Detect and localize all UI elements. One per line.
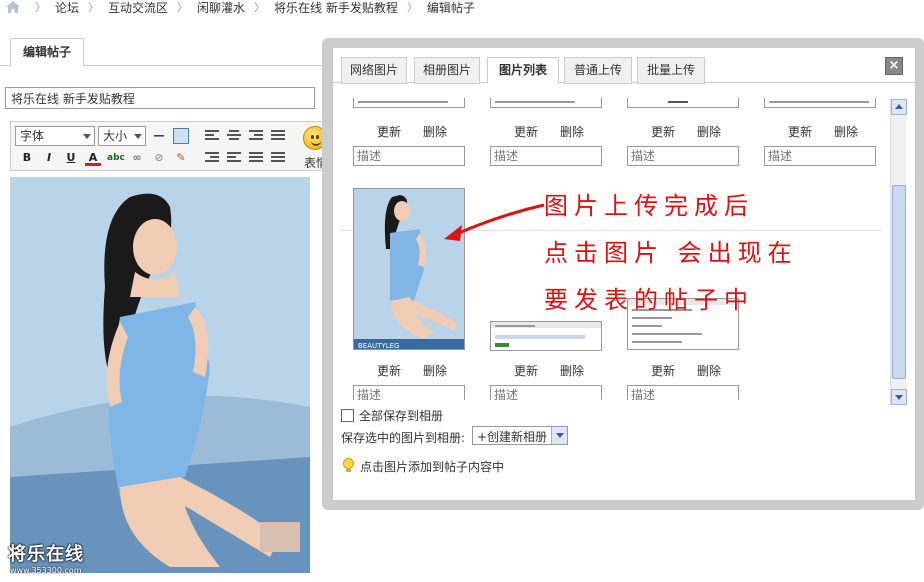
description-input[interactable] [353, 385, 465, 400]
annotation-arrow [444, 203, 545, 241]
breadcrumb-separator: 〉 [254, 1, 266, 14]
chevron-down-icon [134, 134, 142, 139]
breadcrumb-separator: 〉 [177, 1, 189, 14]
annotation-line-2: 点击图片 会出现在 [544, 239, 798, 267]
close-icon[interactable]: × [885, 57, 903, 75]
breadcrumb-current: 编辑帖子 [426, 0, 475, 15]
annotation-line-1: 图片上传完成后 [544, 192, 754, 220]
album-select[interactable]: +创建新相册 [472, 426, 568, 445]
watermark-logo: 将乐在线 [8, 544, 84, 565]
editor-toolbar: 字体 大小 — 表情 B I U A abc ∞ ⊘ ✎ [10, 121, 340, 171]
size-select[interactable]: 大小 [98, 126, 146, 146]
image-thumbnail[interactable] [490, 98, 602, 108]
album-select-value: +创建新相册 [477, 430, 548, 444]
font-select-value: 字体 [20, 129, 45, 143]
watermark-url: www.353300.com [10, 566, 82, 575]
scrollbar-thumb[interactable] [892, 185, 906, 379]
font-select[interactable]: 字体 [15, 126, 95, 146]
delete-link[interactable]: 删除 [560, 362, 584, 379]
delete-link[interactable]: 删除 [834, 123, 858, 140]
delete-link[interactable]: 删除 [560, 123, 584, 140]
horizontal-rule-icon[interactable]: — [151, 128, 167, 144]
update-link[interactable]: 更新 [651, 123, 675, 140]
indent-icon[interactable] [205, 152, 219, 164]
align-left-icon[interactable] [205, 130, 219, 142]
bold-icon[interactable]: B [19, 150, 35, 166]
italic-icon[interactable]: I [41, 150, 57, 166]
post-title-input[interactable] [5, 87, 315, 109]
update-link[interactable]: 更新 [788, 123, 812, 140]
update-link[interactable]: 更新 [651, 362, 675, 379]
unlink-icon[interactable]: ⊘ [151, 150, 167, 166]
spellcheck-icon[interactable]: abc [107, 150, 125, 166]
delete-link[interactable]: 删除 [423, 362, 447, 379]
ordered-list-icon[interactable] [249, 152, 263, 164]
description-input[interactable] [353, 146, 465, 166]
breadcrumb-separator: 〉 [88, 1, 100, 14]
home-icon[interactable] [6, 1, 20, 13]
photo-caption: BEAUTYLEG [358, 342, 399, 350]
scroll-down-icon[interactable] [891, 389, 907, 405]
save-all-checkbox[interactable] [341, 409, 354, 422]
description-input[interactable] [490, 146, 602, 166]
delete-link[interactable]: 删除 [697, 123, 721, 140]
image-dialog: 网络图片 相册图片 图片列表 普通上传 批量上传 × 更新 删除 更新 删除 更… [333, 48, 915, 500]
breadcrumb-separator: 〉 [35, 1, 46, 14]
annotation-line-3: 要发表的帖子中 [544, 286, 754, 314]
unordered-list-icon[interactable] [271, 152, 285, 164]
outdent-icon[interactable] [227, 152, 241, 164]
breadcrumb: 〉 论坛 〉 互动交流区 〉 闲聊灌水 〉 将乐在线 新手发贴教程 〉 编辑帖子 [0, 0, 924, 16]
font-color-icon[interactable]: A [85, 150, 101, 166]
image-thumbnail[interactable] [353, 98, 465, 108]
justify-icon[interactable] [271, 130, 285, 142]
save-selected-label: 保存选中的图片到相册: [341, 431, 466, 445]
lightbulb-icon [343, 458, 354, 472]
chevron-down-icon [551, 427, 567, 444]
save-all-label[interactable]: 全部保存到相册 [359, 407, 443, 424]
format-brush-icon[interactable]: ✎ [173, 150, 189, 166]
breadcrumb-chat[interactable]: 闲聊灌水 [197, 0, 245, 16]
tab-batch-upload[interactable]: 批量上传 [637, 57, 705, 84]
breadcrumb-interaction-area[interactable]: 互动交流区 [108, 0, 168, 16]
update-link[interactable]: 更新 [377, 123, 401, 140]
underline-icon[interactable]: U [63, 150, 79, 166]
dialog-tab-bar: 网络图片 相册图片 图片列表 普通上传 批量上传 × [333, 48, 915, 84]
tab-album-image[interactable]: 相册图片 [414, 57, 480, 84]
tab-edit-post[interactable]: 编辑帖子 [10, 38, 84, 67]
link-icon[interactable]: ∞ [129, 150, 145, 166]
update-link[interactable]: 更新 [514, 362, 538, 379]
tab-web-image[interactable]: 网络图片 [341, 57, 407, 84]
description-input[interactable] [764, 146, 876, 166]
tab-image-list[interactable]: 图片列表 [487, 57, 559, 84]
description-input[interactable] [627, 146, 739, 166]
delete-link[interactable]: 删除 [423, 123, 447, 140]
image-thumbnail[interactable] [490, 321, 602, 351]
scroll-up-icon[interactable] [891, 99, 907, 115]
update-link[interactable]: 更新 [514, 123, 538, 140]
description-input[interactable] [627, 385, 739, 400]
emoji-mouth [311, 141, 321, 146]
editor-content-photo[interactable] [10, 177, 310, 573]
size-select-value: 大小 [103, 129, 128, 143]
image-thumbnail[interactable] [627, 98, 739, 108]
update-link[interactable]: 更新 [377, 362, 401, 379]
image-list-scrollbar[interactable] [890, 99, 907, 405]
table-icon[interactable] [173, 128, 189, 144]
breadcrumb-forum[interactable]: 论坛 [55, 0, 79, 16]
align-center-icon[interactable] [227, 130, 241, 142]
delete-link[interactable]: 删除 [697, 362, 721, 379]
chevron-down-icon [83, 134, 91, 139]
description-input[interactable] [490, 385, 602, 400]
hint-text: 点击图片添加到帖子内容中 [360, 460, 505, 474]
tab-normal-upload[interactable]: 普通上传 [564, 57, 632, 84]
breadcrumb-thread[interactable]: 将乐在线 新手发贴教程 [274, 0, 398, 16]
image-thumbnail[interactable] [764, 98, 876, 108]
breadcrumb-separator: 〉 [406, 1, 418, 14]
align-right-icon[interactable] [249, 130, 263, 142]
